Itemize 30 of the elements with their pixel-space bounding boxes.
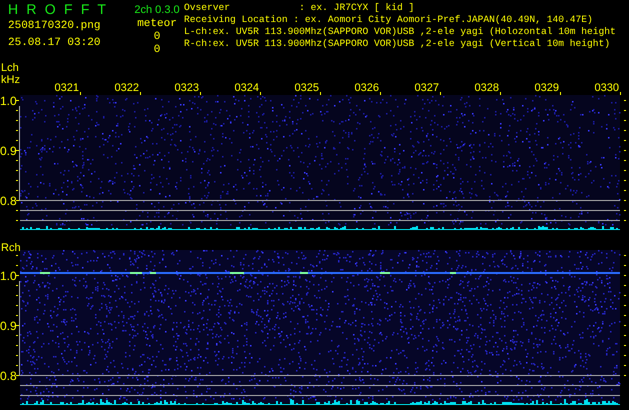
channel-label: Rch — [1, 242, 21, 254]
axis-label: 1.0 — [0, 269, 17, 283]
time-label: 0327 — [414, 82, 439, 94]
meteor-count: 0 — [154, 31, 160, 44]
date-time: 25.08.17 03:20 — [8, 36, 102, 51]
time-label: 0328 — [474, 82, 499, 94]
info-line: Ovserver : ex. JR7CYX [ kid ] — [184, 2, 416, 14]
time-label: 0321 — [54, 82, 79, 94]
time-label: 0324 — [234, 82, 259, 94]
unit-label: kHz — [1, 74, 20, 86]
time-label: 0323 — [174, 82, 199, 94]
meteor-count: 0 — [154, 44, 160, 57]
time-label: 0326 — [354, 82, 379, 94]
axis-label: 0.9 — [0, 144, 17, 158]
time-label: 0330 — [594, 82, 619, 94]
axis-label: 0.9 — [0, 319, 17, 333]
mode-label: meteor — [137, 17, 177, 31]
axis-label: 0.8 — [0, 194, 17, 208]
time-label: 0322 — [114, 82, 139, 94]
info-line: Receiving Location : ex. Aomori City Aomori-Pref.JAPAN(40.49N, 140.47E) — [184, 14, 594, 26]
axis-label: 0.8 — [0, 369, 17, 383]
info-line: L-ch:ex. UV5R 113.900Mhz(SAPPORO VOR)USB ,2-ele yagi (Holozontal 10m height — [184, 26, 617, 38]
time-label: 0325 — [294, 82, 319, 94]
app-logo: H R O F F T — [8, 0, 110, 18]
axis-label: 1.0 — [0, 94, 17, 108]
channel-label: Lch — [1, 62, 19, 74]
app-version: 2ch 0.3.0 — [134, 3, 180, 17]
file-name: 2508170320.png — [8, 19, 102, 34]
time-label: 0329 — [534, 82, 559, 94]
info-line: R-ch:ex. UV5R 113.900Mhz(SAPPORO VOR)USB ,2-ele yagi (Vertical 10m height) — [184, 38, 612, 50]
